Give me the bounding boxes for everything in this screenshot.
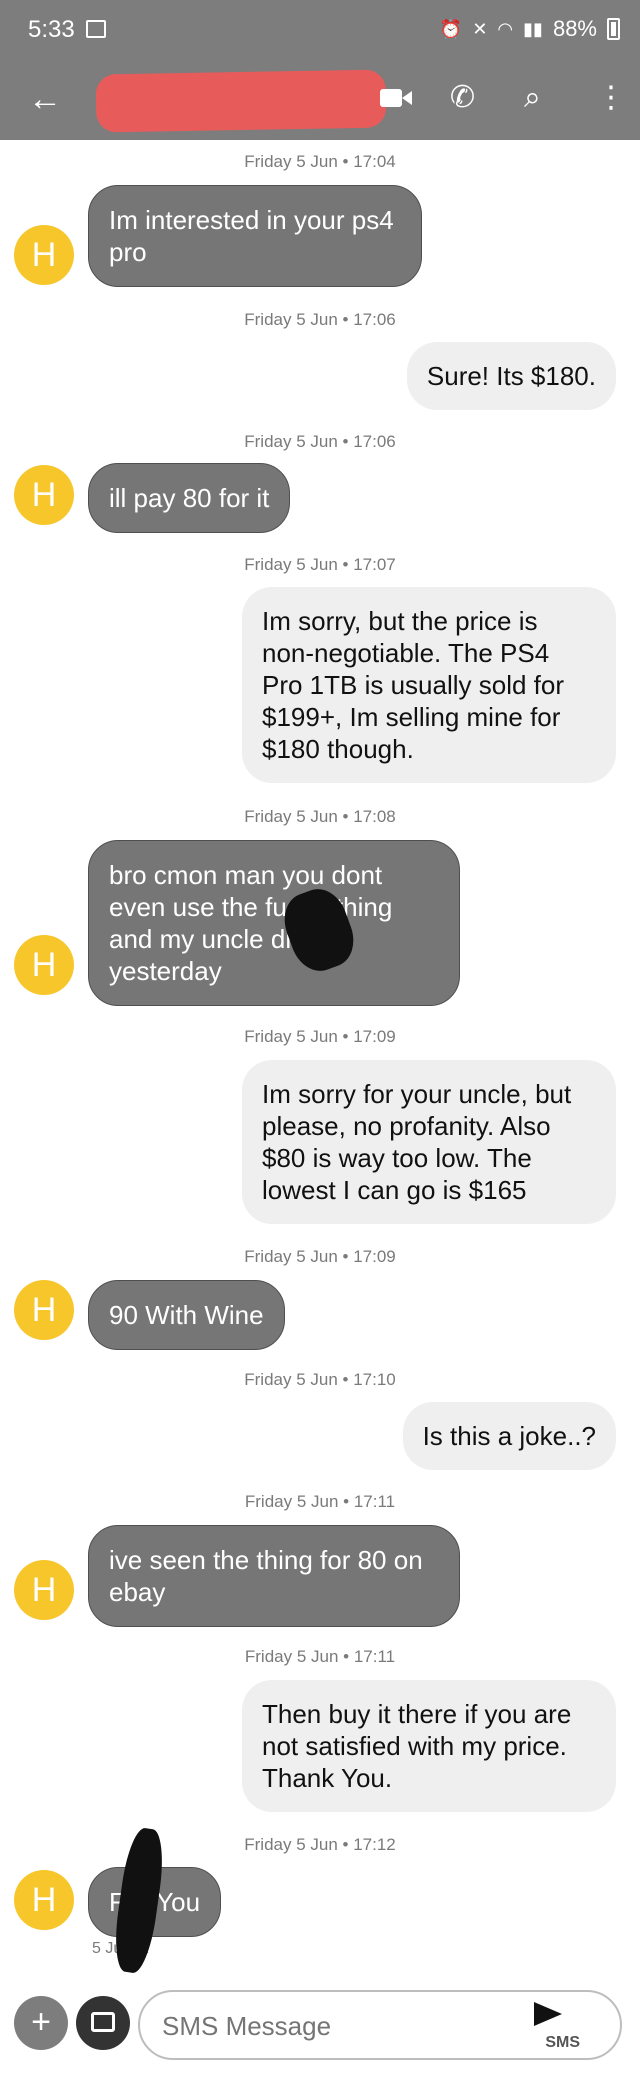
contact-avatar[interactable]: H <box>14 225 74 285</box>
back-arrow-icon[interactable]: ← <box>28 82 62 116</box>
message-timestamp: Friday 5 Jun • 17:07 <box>244 555 396 574</box>
incoming-message[interactable]: 90 With Wine <box>88 1280 285 1350</box>
system-icons: ⏰ ✕ ◠ ▮▮ 88% <box>440 16 620 42</box>
message-timestamp: Friday 5 Jun • 17:10 <box>244 1370 396 1389</box>
contact-avatar[interactable]: H <box>14 465 74 525</box>
gallery-button[interactable] <box>76 1996 130 2050</box>
signal-icon: ▮▮ <box>523 18 543 39</box>
battery-text: 88% <box>552 16 597 41</box>
battery-icon <box>607 18 620 40</box>
message-timestamp: Friday 5 Jun • 17:12 <box>244 1835 396 1854</box>
incoming-message[interactable]: bro cmon man you dont even use the fu in… <box>88 840 460 1006</box>
contact-avatar[interactable]: H <box>14 1560 74 1620</box>
contact-avatar[interactable]: H <box>14 1280 74 1340</box>
attach-plus-button[interactable]: + <box>14 1996 68 2050</box>
incoming-message[interactable]: Im interested in your ps4 pro <box>88 185 422 287</box>
message-timestamp: Friday 5 Jun • 17:06 <box>244 432 396 451</box>
outgoing-message[interactable]: Im sorry, but the price is non-negotiabl… <box>242 587 616 783</box>
contact-avatar[interactable]: H <box>14 1870 74 1930</box>
message-timestamp: Friday 5 Jun • 17:09 <box>244 1027 396 1046</box>
status-time: 5:33 <box>28 16 75 43</box>
contact-avatar[interactable]: H <box>14 935 74 995</box>
message-timestamp: Friday 5 Jun • 17:11 <box>244 1647 396 1666</box>
send-icon[interactable] <box>534 2002 562 2026</box>
message-timestamp: Friday 5 Jun • 17:09 <box>244 1247 396 1266</box>
outgoing-message[interactable]: Im sorry for your uncle, but please, no … <box>242 1060 616 1224</box>
wifi-icon: ◠ <box>497 18 514 39</box>
alarm-icon: ⏰ <box>439 18 463 39</box>
image-icon <box>91 2012 115 2032</box>
send-label: SMS <box>545 2034 580 2051</box>
mute-icon: ✕ <box>472 18 488 39</box>
message-timestamp: Friday 5 Jun • 17:08 <box>244 807 396 826</box>
outgoing-message[interactable]: Is this a joke..? <box>402 1402 616 1470</box>
search-icon[interactable]: ⌕ <box>524 80 541 116</box>
status-bar: 5:33 ⏰ ✕ ◠ ▮▮ 88% <box>0 0 640 60</box>
app-bar: ← ✆ ⌕ ⋮ <box>0 60 640 140</box>
message-timestamp: Friday 5 Jun • 17:11 <box>244 1492 396 1511</box>
message-composer: + SMS <box>0 1980 640 2082</box>
video-icon[interactable] <box>380 80 412 116</box>
incoming-message[interactable]: ill pay 80 for it <box>88 463 291 533</box>
sms-message-input[interactable] <box>162 2008 522 2044</box>
phone-icon[interactable]: ✆ <box>450 80 475 116</box>
message-timestamp: Friday 5 Jun • 17:06 <box>244 310 396 329</box>
redacted-contact-name <box>95 69 387 133</box>
message-timestamp: Friday 5 Jun • 17:04 <box>244 152 396 171</box>
message-thread[interactable]: Friday 5 Jun • 17:04 H Im interested in … <box>0 140 640 1980</box>
more-vert-icon[interactable]: ⋮ <box>596 80 626 116</box>
image-notification-icon <box>86 20 106 38</box>
sms-input-wrapper[interactable]: SMS <box>138 1990 622 2060</box>
incoming-message[interactable]: ive seen the thing for 80 on ebay <box>88 1525 460 1627</box>
outgoing-message[interactable]: Sure! Its $180. <box>406 342 616 410</box>
outgoing-message[interactable]: Then buy it there if you are not satisfi… <box>242 1680 616 1812</box>
